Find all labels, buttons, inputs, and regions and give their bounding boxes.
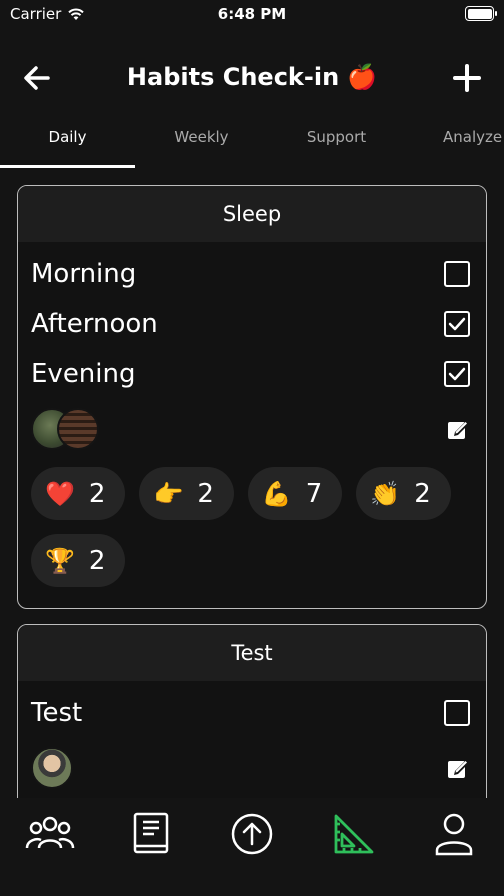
title-text: Habits Check-in xyxy=(126,63,340,91)
edit-icon[interactable] xyxy=(446,756,470,780)
reaction-count: 2 xyxy=(414,478,431,509)
card-title: Sleep xyxy=(18,186,486,242)
apple-icon: 🍎 xyxy=(347,63,378,91)
reaction-count: 2 xyxy=(197,478,214,509)
habit-card-sleep: Sleep Morning Afternoon Evening ❤️ 2 👉 2… xyxy=(17,185,487,609)
tab-indicator xyxy=(0,165,135,168)
checkbox-unchecked[interactable] xyxy=(444,700,470,726)
reaction-point[interactable]: 👉 2 xyxy=(139,467,234,520)
analyze-icon[interactable] xyxy=(328,812,378,856)
upload-icon[interactable] xyxy=(227,812,277,856)
page-title: Habits Check-in 🍎 xyxy=(0,63,504,91)
avatar[interactable] xyxy=(57,408,99,450)
reaction-count: 2 xyxy=(88,478,106,509)
reaction-heart[interactable]: ❤️ 2 xyxy=(31,467,126,520)
header: Habits Check-in 🍎 xyxy=(0,55,504,103)
avatar-stack[interactable] xyxy=(31,408,99,450)
habit-row-evening[interactable]: Evening xyxy=(18,349,486,399)
avatar[interactable] xyxy=(31,747,73,789)
card-title: Test xyxy=(18,625,486,681)
habit-label: Evening xyxy=(31,359,136,389)
tab-analyze[interactable]: Analyze xyxy=(403,128,504,146)
tab-bar-top: Daily Weekly Support Analyze xyxy=(0,120,504,170)
reactions: ❤️ 2 👉 2 💪 7 👏 2 🏆 2 xyxy=(18,459,486,587)
group-icon[interactable] xyxy=(25,812,75,856)
reaction-count: 7 xyxy=(305,478,323,509)
checkbox-checked[interactable] xyxy=(444,361,470,387)
status-bar: Carrier 6:48 PM xyxy=(0,0,504,30)
checkmark-icon xyxy=(448,317,466,331)
bottom-tab-bar xyxy=(0,798,504,896)
reaction-clap[interactable]: 👏 2 xyxy=(356,467,451,520)
pointing-hand-icon: 👉 xyxy=(153,479,184,508)
tab-support[interactable]: Support xyxy=(269,128,404,146)
reaction-count: 2 xyxy=(88,545,106,576)
habit-label: Afternoon xyxy=(31,309,158,339)
profile-icon[interactable] xyxy=(429,812,479,856)
tab-weekly[interactable]: Weekly xyxy=(134,128,269,146)
reaction-muscle[interactable]: 💪 7 xyxy=(247,467,343,520)
add-icon[interactable] xyxy=(452,63,482,93)
clapping-hands-icon: 👏 xyxy=(370,479,401,508)
journal-icon[interactable] xyxy=(126,812,176,856)
trophy-icon: 🏆 xyxy=(45,546,75,575)
habit-row-test[interactable]: Test xyxy=(18,688,486,738)
edit-icon[interactable] xyxy=(446,417,470,441)
habit-card-test: Test Test xyxy=(17,624,487,824)
habit-row-morning[interactable]: Morning xyxy=(18,249,486,299)
tab-daily[interactable]: Daily xyxy=(0,128,135,146)
reaction-trophy[interactable]: 🏆 2 xyxy=(31,534,126,587)
habit-label: Morning xyxy=(31,259,137,289)
habit-row-afternoon[interactable]: Afternoon xyxy=(18,299,486,349)
checkbox-checked[interactable] xyxy=(444,311,470,337)
habit-label: Test xyxy=(31,698,83,728)
heart-icon: ❤️ xyxy=(45,479,75,508)
clock: 6:48 PM xyxy=(217,5,287,23)
supporters-row xyxy=(18,399,486,459)
avatar-stack[interactable] xyxy=(31,747,73,789)
checkmark-icon xyxy=(448,367,466,381)
checkbox-unchecked[interactable] xyxy=(444,261,470,287)
supporters-row xyxy=(18,738,486,798)
battery-icon xyxy=(465,6,497,21)
flexed-bicep-icon: 💪 xyxy=(261,479,292,508)
